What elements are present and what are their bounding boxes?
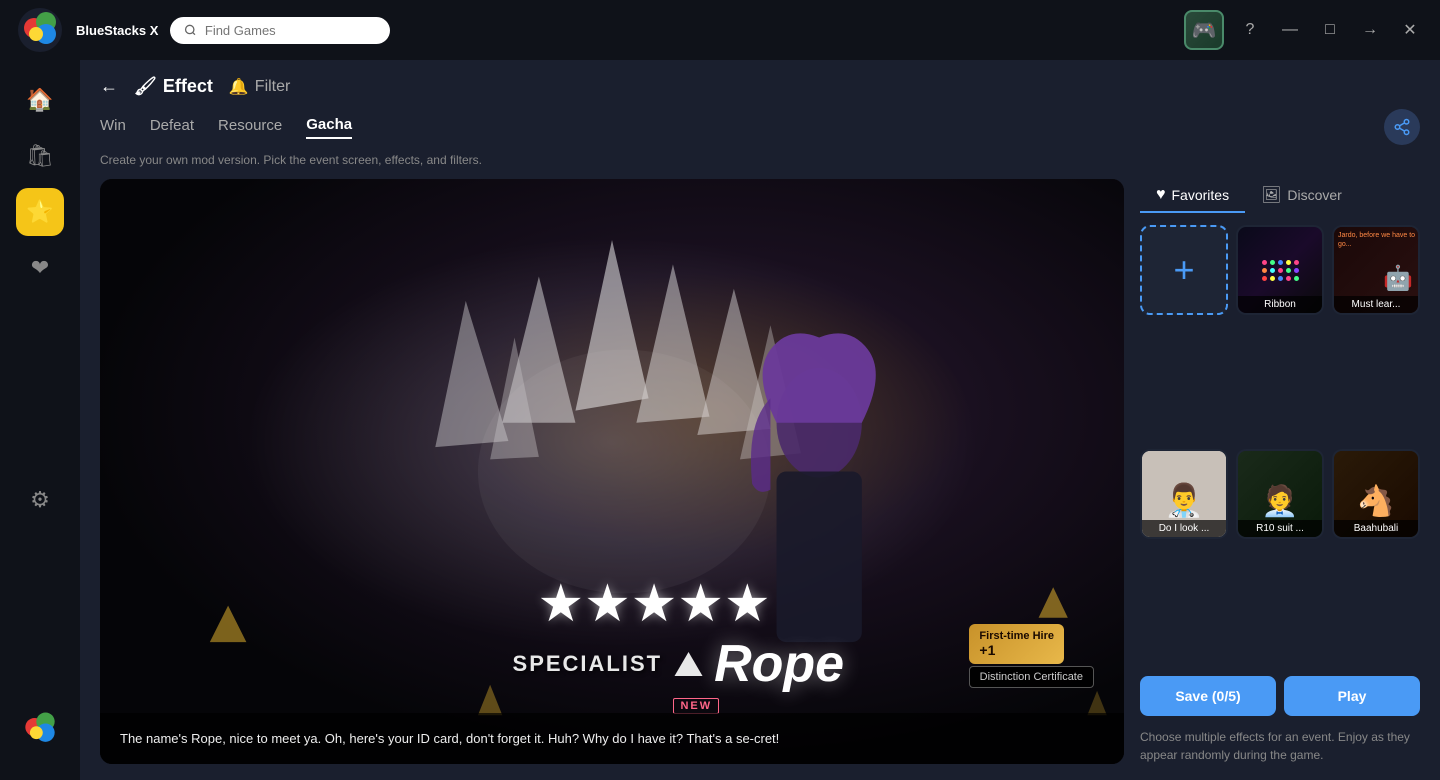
search-icon	[184, 23, 197, 37]
maximize-button[interactable]: □	[1316, 16, 1344, 44]
bluestacks-name: BlueStacks X	[76, 23, 158, 38]
content-area: ← 🖌 Effect 🔔 Filter Win Defeat Resource …	[80, 60, 1440, 780]
filter-text: Filter	[255, 78, 291, 96]
bluestacks-logo-bottom	[18, 707, 62, 764]
hire-plus: +1	[979, 642, 1054, 658]
panel-tab-discover[interactable]: 🖼 Discover	[1245, 179, 1358, 213]
effect-card-do-i-look[interactable]: 👨‍⚕️ Do I look ...	[1140, 449, 1228, 539]
effect-card-must-lear[interactable]: Jardo, before we have to go... 🤖 Must le…	[1332, 225, 1420, 315]
title-bar: BlueStacks X 🎮 ? — □ → ✕	[0, 0, 1440, 60]
add-icon: +	[1173, 249, 1194, 291]
sidebar-item-home[interactable]: 🏠	[16, 76, 64, 124]
arrow-button[interactable]: →	[1356, 16, 1384, 44]
right-panel: ♥ Favorites 🖼 Discover +	[1140, 179, 1420, 764]
first-time-hire-badge: First-time Hire +1	[969, 624, 1064, 664]
close-button[interactable]: ✕	[1396, 16, 1424, 44]
discover-icon: 🖼	[1261, 185, 1281, 205]
triangle-decoration	[674, 652, 702, 676]
panel-tabs: ♥ Favorites 🖼 Discover	[1140, 179, 1420, 213]
filter-icon: 🔔	[229, 77, 249, 97]
ribbon-label: Ribbon	[1238, 296, 1322, 313]
sidebar-item-favorites[interactable]: ❤	[16, 244, 64, 292]
effect-section-label: 🖌 Effect	[134, 76, 213, 97]
sidebar: 🏠 🛍 ⭐ ❤ ⚙	[0, 60, 80, 780]
main-layout: 🏠 🛍 ⭐ ❤ ⚙ ← 🖌 Effect 🔔 Filter	[0, 60, 1440, 780]
minimize-button[interactable]: —	[1276, 16, 1304, 44]
r10-suit-label: R10 suit ...	[1238, 520, 1322, 537]
save-button[interactable]: Save (0/5)	[1140, 676, 1276, 716]
video-background: ★★★★★ SPECIALIST Rope NEW First-time Hir…	[100, 179, 1124, 764]
baahubali-label: Baahubali	[1334, 520, 1418, 537]
add-effect-card[interactable]: +	[1140, 225, 1228, 315]
sidebar-item-store[interactable]: 🛍	[16, 132, 64, 180]
effects-grid: +	[1140, 225, 1420, 664]
bluestacks-logo	[16, 6, 64, 54]
help-button[interactable]: ?	[1236, 16, 1264, 44]
tab-defeat[interactable]: Defeat	[150, 117, 194, 138]
distinction-badge: Distinction Certificate	[969, 666, 1094, 688]
video-preview: ★★★★★ SPECIALIST Rope NEW First-time Hir…	[100, 179, 1124, 764]
effect-icon: 🖌	[134, 76, 157, 97]
title-bar-right: 🎮 ? — □ → ✕	[1184, 10, 1424, 50]
effect-card-baahubali[interactable]: 🐴 Baahubali	[1332, 449, 1420, 539]
scene-dialogue: The name's Rope, nice to meet ya. Oh, he…	[100, 713, 1124, 765]
panel-description: Choose multiple effects for an event. En…	[1140, 728, 1420, 764]
effect-text: Effect	[163, 76, 213, 97]
stars-row: ★★★★★	[537, 574, 770, 634]
must-lear-label: Must lear...	[1334, 296, 1418, 313]
specialist-text: SPECIALIST	[513, 651, 663, 677]
content-header: ← 🖌 Effect 🔔 Filter	[100, 76, 1420, 97]
share-icon	[1393, 118, 1411, 136]
favorites-label: Favorites	[1172, 187, 1230, 203]
do-i-look-label: Do I look ...	[1142, 520, 1226, 537]
discover-label: Discover	[1287, 187, 1341, 203]
name-banner: SPECIALIST Rope	[513, 634, 845, 694]
play-button[interactable]: Play	[1284, 676, 1420, 716]
search-bar[interactable]	[170, 17, 390, 44]
filter-section-label[interactable]: 🔔 Filter	[229, 77, 290, 97]
tab-gacha[interactable]: Gacha	[306, 116, 352, 139]
title-bar-left: BlueStacks X	[16, 6, 390, 54]
character-name: Rope	[714, 634, 844, 694]
action-buttons: Save (0/5) Play	[1140, 676, 1420, 716]
sidebar-item-settings[interactable]: ⚙	[16, 476, 64, 524]
favorites-icon: ♥	[1156, 186, 1166, 204]
game-icon[interactable]: 🎮	[1184, 10, 1224, 50]
share-button[interactable]	[1384, 109, 1420, 145]
search-input[interactable]	[205, 23, 377, 38]
effect-card-r10-suit[interactable]: 🧑‍💼 R10 suit ...	[1236, 449, 1324, 539]
sidebar-item-effects[interactable]: ⭐	[16, 188, 64, 236]
panel-tab-favorites[interactable]: ♥ Favorites	[1140, 179, 1245, 213]
tab-resource[interactable]: Resource	[218, 117, 282, 138]
tabs-row: Win Defeat Resource Gacha	[100, 109, 1420, 145]
effect-card-ribbon[interactable]: Ribbon	[1236, 225, 1324, 315]
content-body: ★★★★★ SPECIALIST Rope NEW First-time Hir…	[100, 179, 1420, 764]
tab-win[interactable]: Win	[100, 117, 126, 138]
back-button[interactable]: ←	[100, 76, 118, 97]
hire-label: First-time Hire	[979, 630, 1054, 642]
subtitle: Create your own mod version. Pick the ev…	[100, 153, 1420, 167]
